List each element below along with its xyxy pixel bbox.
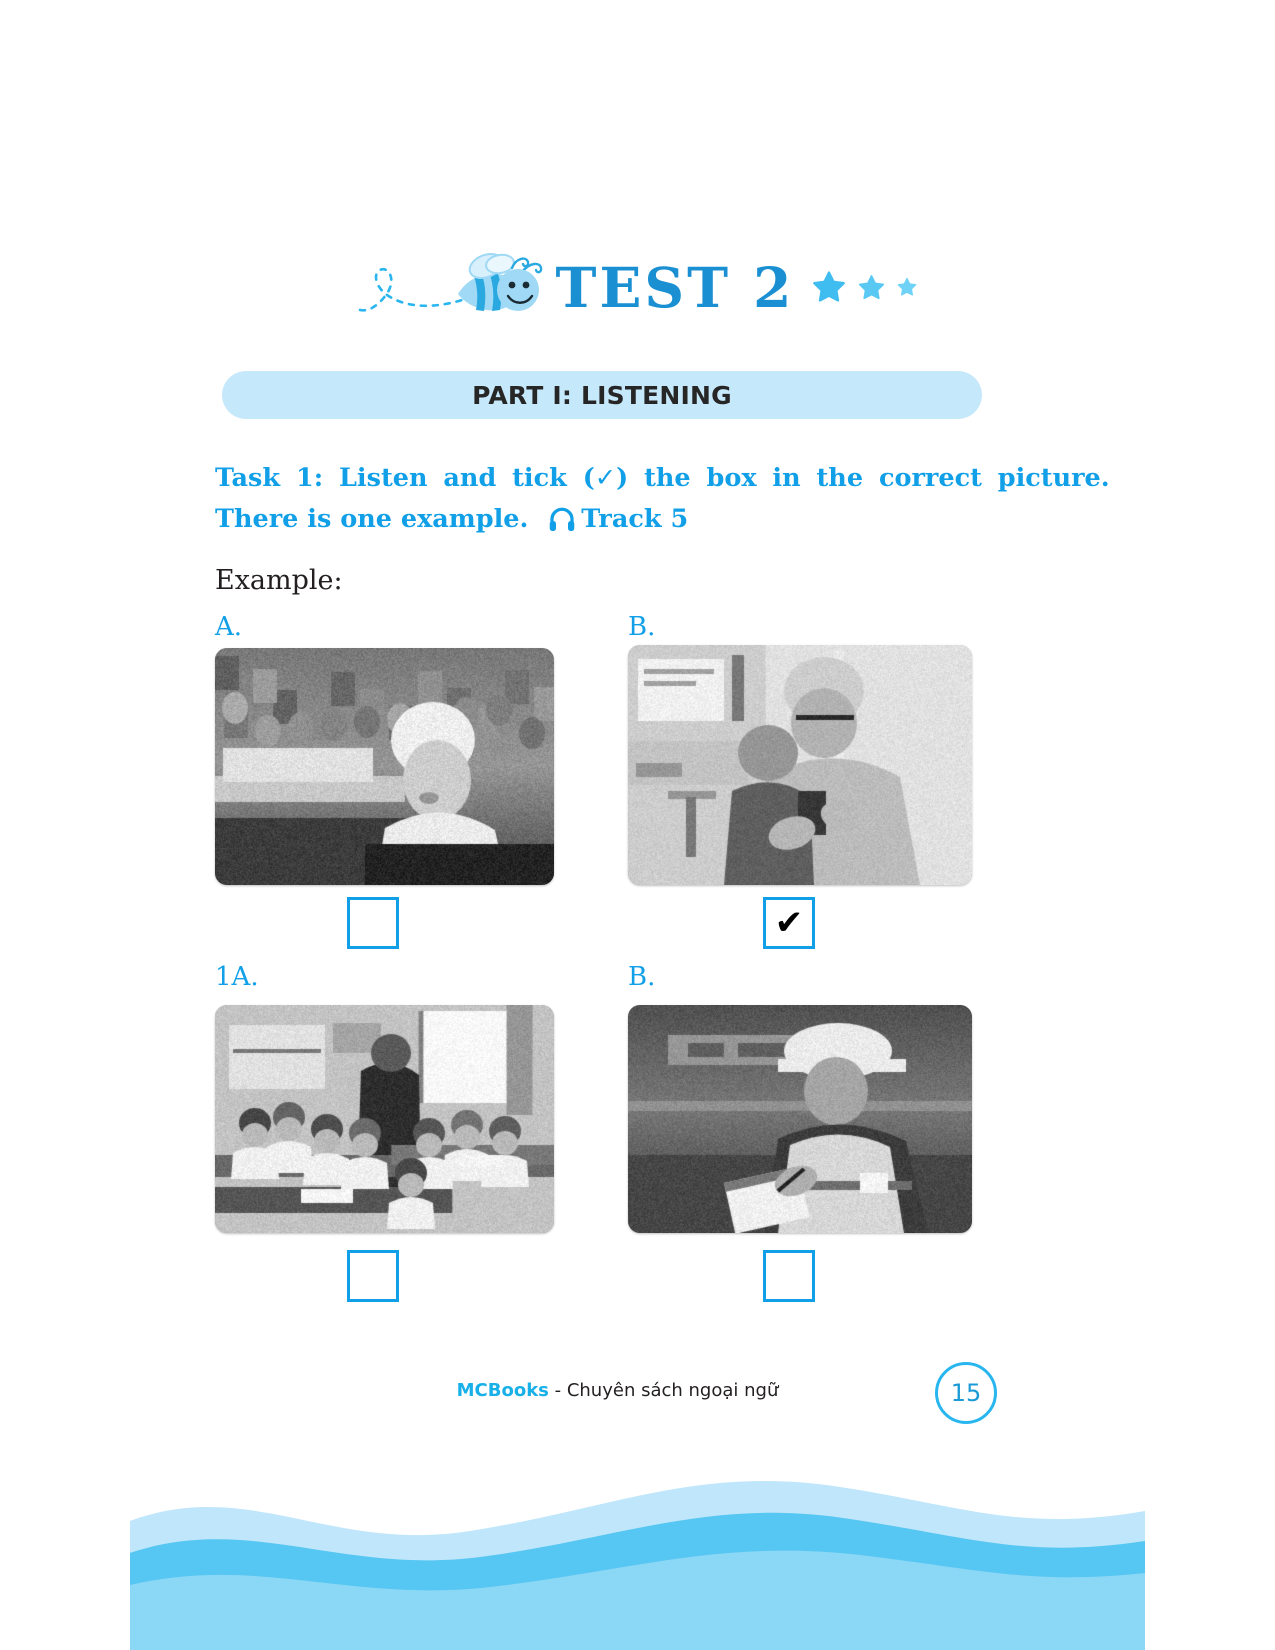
option-photo-example-a xyxy=(215,648,554,885)
star-icon xyxy=(897,277,917,297)
option-photo-q1-a xyxy=(215,1005,554,1233)
task-instruction-line-2: There is one example. Track 5 xyxy=(215,499,975,540)
track-label: Track 5 xyxy=(581,504,688,534)
page-title: TEST 2 xyxy=(556,260,795,315)
option-photo-q1-b xyxy=(628,1005,972,1233)
footer-tagline: - Chuyên sách ngoại ngữ xyxy=(549,1380,778,1401)
checkbox-example-b[interactable]: ✔ xyxy=(763,897,815,949)
bee-icon xyxy=(450,250,546,320)
checkbox-tick-icon xyxy=(350,1253,396,1299)
tick-symbol-icon: ✓ xyxy=(595,463,616,493)
footer-wave-decoration xyxy=(0,1435,1275,1650)
bee-illustration xyxy=(358,242,548,332)
checkbox-tick-icon xyxy=(350,900,396,946)
part-banner: PART I: LISTENING xyxy=(222,371,982,419)
checkbox-example-a[interactable] xyxy=(347,897,399,949)
page: TEST 2 PART I: LISTENING Task 1: Listen … xyxy=(0,0,1275,1650)
checkbox-tick-icon xyxy=(766,1253,812,1299)
test-header: TEST 2 xyxy=(0,232,1275,342)
checkbox-tick-icon: ✔ xyxy=(766,900,812,946)
headphone-icon xyxy=(547,503,577,533)
page-number-badge: 15 xyxy=(935,1362,997,1424)
star-icon xyxy=(858,274,885,301)
option-label-example-b: B. xyxy=(628,612,655,642)
task-instructions: Task 1: Listen and tick (✓) the box in t… xyxy=(215,458,975,540)
task-text-before-tick: Task 1: Listen and tick ( xyxy=(215,463,595,493)
task-example-note: There is one example. xyxy=(215,504,528,534)
part-banner-label: PART I: LISTENING xyxy=(472,381,732,410)
option-label-q1-b: B. xyxy=(628,962,655,992)
example-label: Example: xyxy=(215,565,343,596)
task-instruction-line-1: Task 1: Listen and tick (✓) the box in t… xyxy=(215,458,975,499)
option-label-example-a: A. xyxy=(215,612,242,642)
star-rating xyxy=(812,270,917,304)
task-text-after-tick: ) the box in the correct picture. xyxy=(616,463,1110,493)
checkbox-q1-b[interactable] xyxy=(763,1250,815,1302)
star-icon xyxy=(812,270,846,304)
option-label-q1-a: 1A. xyxy=(215,962,259,992)
footer-credit: MCBooks - Chuyên sách ngoại ngữ xyxy=(0,1380,1275,1401)
checkbox-q1-a[interactable] xyxy=(347,1250,399,1302)
option-photo-example-b xyxy=(628,645,972,885)
footer-brand: MCBooks xyxy=(457,1380,549,1401)
